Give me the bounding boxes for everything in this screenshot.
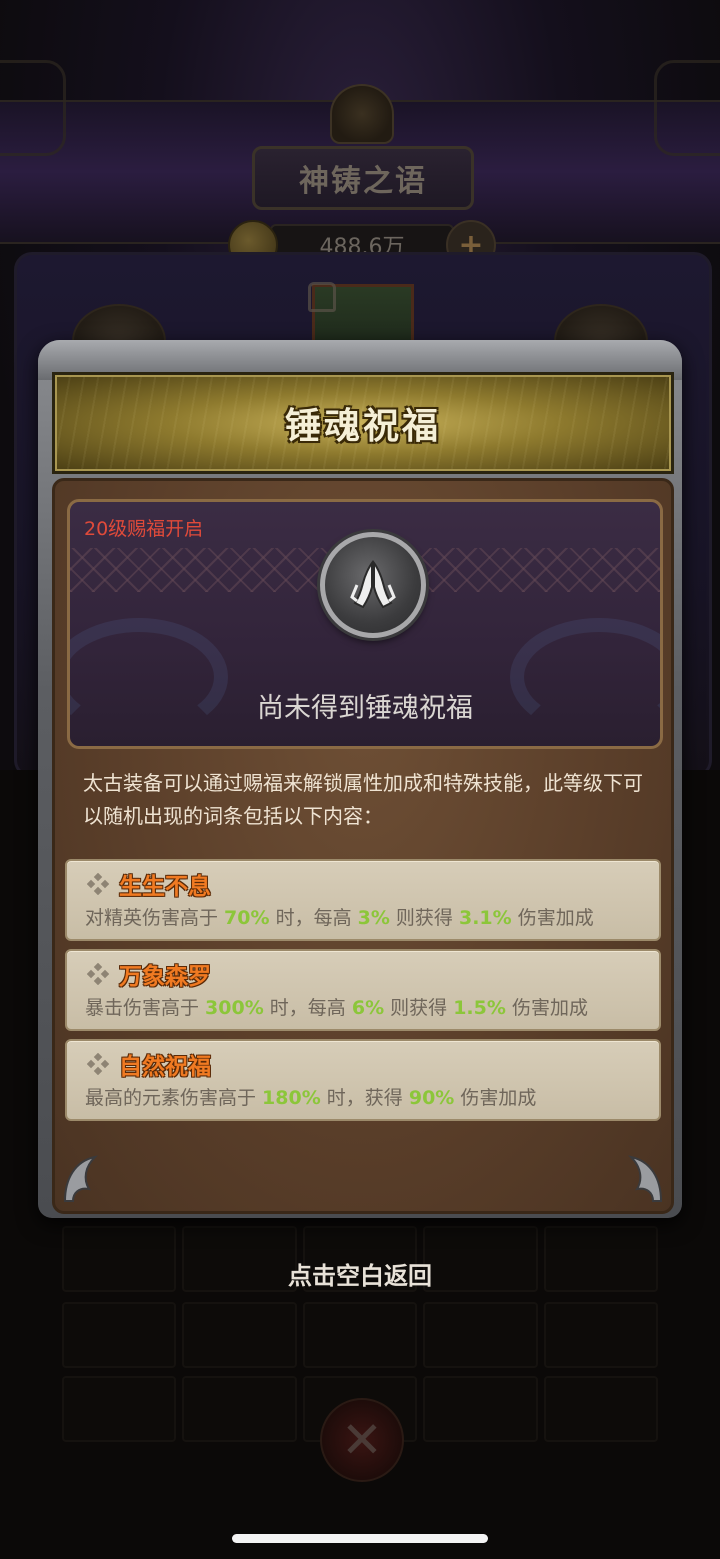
corner-ornament-left-icon	[61, 1149, 125, 1205]
affix-effect-text: 伤害加成	[511, 907, 594, 929]
unlock-level-text: 20级赐福开启	[84, 518, 204, 540]
affix-effect-text: 时，每高	[263, 997, 352, 1019]
modal-body: 20级赐福开启 尚未得到锤魂祝福 太古装备可以通过赐福来解锁属性加成和特殊技能，…	[52, 478, 674, 1214]
praying-hands-icon	[320, 532, 426, 638]
affix-name: 生生不息	[119, 874, 211, 900]
diamond-cluster-icon	[86, 962, 110, 986]
affix-effect-text: 最高的元素伤害高于	[85, 1087, 263, 1109]
affix-value-highlight: 3.1%	[458, 907, 512, 929]
affix-effect: 暴击伤害高于 300% 时，每高 6% 则获得 1.5% 伤害加成	[85, 993, 588, 1020]
tap-blank-to-return-hint[interactable]: 点击空白返回	[0, 1256, 720, 1291]
affix-effect-text: 则获得	[389, 907, 459, 929]
diamond-cluster-icon	[86, 1052, 110, 1076]
affix-effect: 最高的元素伤害高于 180% 时，获得 90% 伤害加成	[85, 1083, 536, 1110]
lock-icon	[308, 282, 336, 312]
affix-effect-text: 则获得	[384, 997, 454, 1019]
affix-value-highlight: 300%	[205, 997, 264, 1019]
modal-title-banner: 锤魂祝福	[52, 372, 674, 474]
affix-effect-text: 时，获得	[320, 1087, 409, 1109]
background-corner-ornament-right	[654, 60, 720, 156]
affix-name: 万象森罗	[119, 964, 211, 990]
affix-item: 生生不息 对精英伤害高于 70% 时，每高 3% 则获得 3.1% 伤害加成	[65, 859, 661, 941]
blessing-status-text: 尚未得到锤魂祝福	[257, 693, 473, 724]
screen[interactable]: 神铸之语 488.6万 + ✕ 锤魂祝福 20级赐福开启 尚未得到锤魂祝福 太古…	[0, 0, 720, 1559]
blessing-status-panel: 20级赐福开启 尚未得到锤魂祝福	[67, 499, 663, 749]
affix-item: 万象森罗 暴击伤害高于 300% 时，每高 6% 则获得 1.5% 伤害加成	[65, 949, 661, 1031]
affix-effect-text: 暴击伤害高于	[85, 997, 206, 1019]
corner-ornament-right-icon	[601, 1149, 665, 1205]
affix-effect-text: 伤害加成	[505, 997, 588, 1019]
affix-effect: 对精英伤害高于 70% 时，每高 3% 则获得 3.1% 伤害加成	[85, 903, 594, 930]
blessing-description: 太古装备可以通过赐福来解锁属性加成和特殊技能，此等级下可以随机出现的词条包括以下…	[83, 771, 643, 828]
affix-value-highlight: 180%	[262, 1087, 321, 1109]
affix-value-highlight: 70%	[224, 907, 270, 929]
home-indicator[interactable]	[232, 1534, 488, 1543]
affix-item: 自然祝福 最高的元素伤害高于 180% 时，获得 90% 伤害加成	[65, 1039, 661, 1121]
affix-name: 自然祝福	[119, 1054, 211, 1080]
background-corner-ornament-left	[0, 60, 66, 156]
affix-value-highlight: 3%	[357, 907, 390, 929]
background-slot-row	[62, 1302, 659, 1368]
modal-title: 锤魂祝福	[284, 406, 441, 447]
affix-value-highlight: 6%	[351, 997, 385, 1019]
affix-value-highlight: 1.5%	[453, 997, 506, 1019]
affix-effect-text: 对精英伤害高于	[85, 907, 225, 929]
affix-effect-text: 伤害加成	[454, 1087, 537, 1109]
diamond-cluster-icon	[86, 872, 110, 896]
background-top-emblem	[330, 84, 394, 144]
affix-effect-text: 时，每高	[269, 907, 358, 929]
background-screen-title: 神铸之语	[252, 146, 474, 210]
crossed-swords-icon: ✕	[320, 1398, 404, 1482]
affix-value-highlight: 90%	[408, 1087, 455, 1109]
blessing-modal: 锤魂祝福 20级赐福开启 尚未得到锤魂祝福 太古装备可以通过赐福来解锁属性加成和…	[38, 340, 682, 1218]
